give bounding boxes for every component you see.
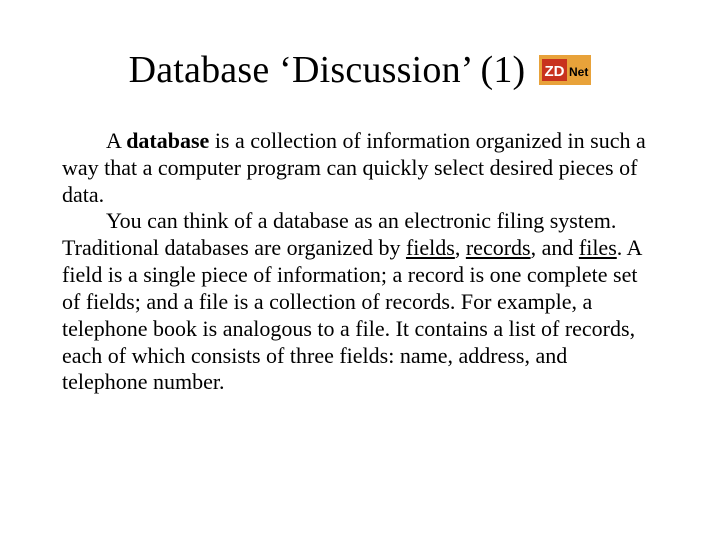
text: , and [531, 235, 579, 260]
slide: Database ‘Discussion’ (1) ZD Net A datab… [0, 0, 720, 540]
text: A [106, 128, 126, 153]
slide-title: Database ‘Discussion’ (1) [129, 48, 526, 92]
term-records: records [466, 235, 531, 260]
text: , [455, 235, 466, 260]
svg-text:Net: Net [569, 65, 588, 79]
term-database: database [126, 128, 209, 153]
title-row: Database ‘Discussion’ (1) ZD Net [0, 0, 720, 104]
term-fields: fields [406, 235, 455, 260]
zdnet-logo-icon: ZD Net [539, 55, 591, 85]
paragraph-2: You can think of a database as an electr… [62, 208, 658, 396]
body-text: A database is a collection of informatio… [0, 104, 720, 396]
paragraph-1: A database is a collection of informatio… [62, 128, 658, 208]
svg-text:ZD: ZD [545, 63, 565, 80]
term-files: files [579, 235, 617, 260]
